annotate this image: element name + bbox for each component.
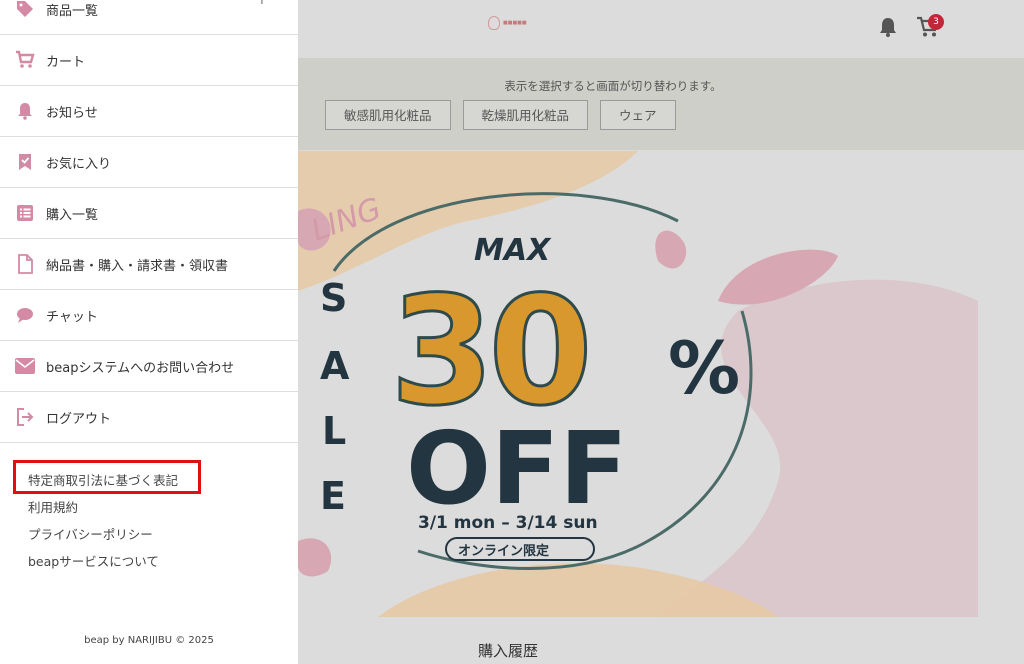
menu-item-notices[interactable]: お知らせ [0,86,298,137]
banner-max-text: MAX [474,233,552,268]
mail-icon [14,355,36,377]
sale-banner[interactable]: LING S A L E MAX 30 % OFF 3/1 mon – 3/14… [298,151,978,617]
menu-item-chat[interactable]: チャット [0,290,298,341]
menu-label-favorites: お気に入り [46,156,112,172]
petal-shape-4 [298,538,332,577]
copyright-text: beap by NARIJIBU © 2025 [84,635,214,646]
document-icon [14,253,36,275]
menu-label-logout: ログアウト [46,411,112,427]
menu-item-products[interactable]: 商品一覧 + [0,0,298,35]
banner-off-text: OFF [406,410,628,527]
menu-item-cart[interactable]: カート [0,35,298,86]
filter-dry-skin-button[interactable]: 乾燥肌用化粧品 [462,100,589,130]
cart-count-badge: 3 [928,14,944,30]
sale-letter-l: L [322,409,346,453]
shop-logo[interactable]: ■■■■■ [488,16,527,30]
logout-icon [14,406,36,428]
banner-dates: 3/1 mon – 3/14 sun [418,513,598,533]
menu-label-purchases: 購入一覧 [46,207,99,223]
banner-percent-sign: % [668,326,740,410]
notification-bell-icon[interactable] [878,16,898,38]
logo-text: ■■■■■ [503,20,527,26]
menu-item-purchases[interactable]: 購入一覧 [0,188,298,239]
menu-label-chat: チャット [46,309,98,325]
menu-label-notices: お知らせ [46,105,98,121]
filter-sensitive-skin-button[interactable]: 敏感肌用化粧品 [325,100,451,130]
top-header: ■■■■■ 3 [298,0,1024,58]
menu-item-invoices[interactable]: 納品書・購入・請求書・領収書 [0,239,298,290]
petal-shape-2 [655,230,687,269]
link-terms[interactable]: 利用規約 [28,497,178,524]
online-badge-text: オンライン限定 [458,543,549,559]
menu-item-logout[interactable]: ログアウト [0,392,298,443]
menu-label-cart: カート [46,54,86,70]
footer-links: 特定商取引法に基づく表記 利用規約 プライバシーポリシー beapサービスについ… [28,470,178,578]
filter-buttons: 敏感肌用化粧品 乾燥肌用化粧品 ウェア [325,100,676,130]
expand-plus-icon[interactable]: + [252,0,272,10]
menu-label-contact: beapシステムへのお問い合わせ [46,360,235,376]
list-icon [14,202,36,224]
filter-note: 表示を選択すると画面が切り替わります。 [504,79,722,93]
menu-label-products: 商品一覧 [46,3,99,19]
chat-bubble-icon [14,304,36,326]
link-commercial-transactions[interactable]: 特定商取引法に基づく表記 [28,470,178,497]
link-about-beap[interactable]: beapサービスについて [28,551,178,578]
purchase-history-title: 購入履歴 [478,642,539,660]
sale-letter-e: E [320,474,346,518]
filter-wear-button[interactable]: ウェア [600,100,676,130]
menu-item-favorites[interactable]: お気に入り [0,137,298,188]
sale-letter-a: A [320,344,350,388]
logo-face-icon [488,16,500,30]
bookmark-check-icon [14,151,36,173]
tag-icon [14,0,36,20]
sale-letter-s: S [320,276,347,320]
cart-icon [14,49,36,71]
category-filter-bar: 表示を選択すると画面が切り替わります。 敏感肌用化粧品 乾燥肌用化粧品 ウェア [298,58,1024,150]
menu-label-invoices: 納品書・購入・請求書・領収書 [46,258,229,274]
side-drawer: 商品一覧 + カート お知らせ お気に入り 購入一覧 納品書・購入・請求書・領収… [0,0,298,664]
bell-icon [14,100,36,122]
link-privacy[interactable]: プライバシーポリシー [28,524,178,551]
menu-item-contact[interactable]: beapシステムへのお問い合わせ [0,341,298,392]
main-content: ■■■■■ 3 表示を選択すると画面が切り替わります。 敏感肌用化粧品 乾燥肌用… [298,0,1024,664]
